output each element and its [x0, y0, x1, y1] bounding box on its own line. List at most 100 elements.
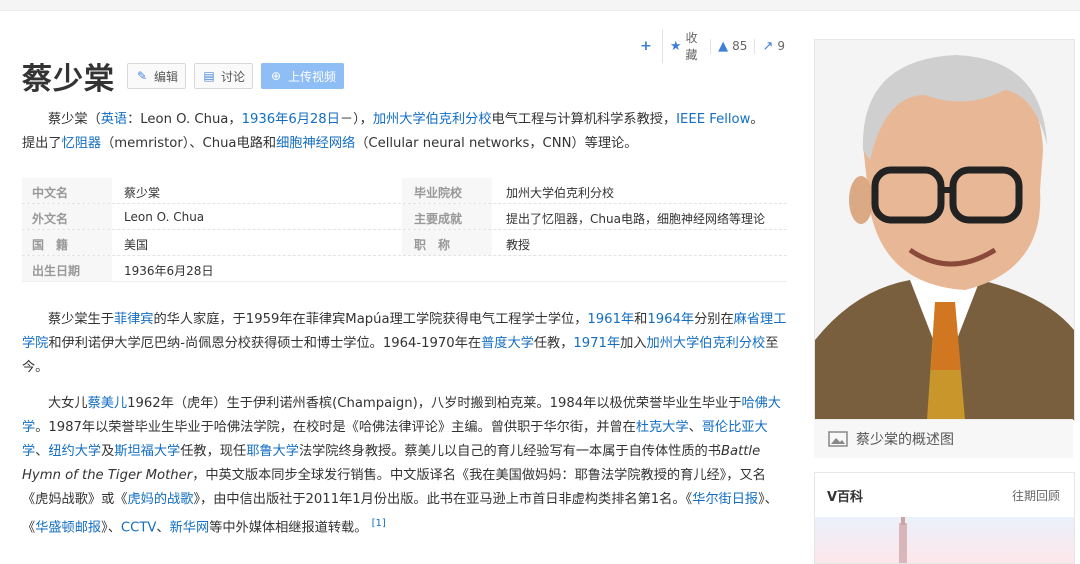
plus-square-icon: ➕︎ — [641, 38, 651, 54]
text: 的华人家庭，于1959年在菲律宾Mapúa理工学院获得电气工程学士学位， — [153, 312, 588, 327]
text: 、 — [35, 444, 49, 459]
text: 》，由中信出版社于2011年1月份出版。此书在亚马逊上市首日非虚构类排名第1名。… — [193, 492, 693, 507]
page-title: 蔡少棠 — [22, 62, 115, 97]
top-bar — [0, 0, 1080, 11]
text: 法学院终身教授。蔡美儿以自己的育儿经验写有一本属于自传体性质的书 — [298, 444, 721, 459]
info-value: Leon O. Chua — [124, 210, 205, 224]
portrait-photo[interactable] — [814, 39, 1075, 421]
favorite-label: 收藏 — [685, 31, 698, 62]
portrait-image — [815, 40, 1074, 420]
link-memristor[interactable]: 忆阻器 — [62, 136, 102, 151]
text: 任教， — [533, 336, 574, 351]
link-birthdate[interactable]: 1936年6月28日 — [242, 112, 340, 127]
vbaike-title: V百科 — [827, 490, 864, 505]
text: 和伊利诺伊大学厄巴纳-尚佩恩分校获得硕士和博士学位。1964-1970年在 — [48, 336, 482, 351]
share-count: 9 — [777, 39, 785, 53]
text: 》、 — [101, 520, 121, 536]
upload-label: 上传视频 — [288, 69, 337, 84]
text: 电气工程与计算机科学系教授， — [491, 112, 677, 127]
caption-text: 蔡少棠的概述图 — [856, 432, 954, 448]
text: 。1987年以荣誉毕业生毕业于哈佛法学院，在校时是《哈佛法律评论》主编。曾供职于… — [35, 420, 636, 435]
info-row: 中文名 蔡少棠 毕业院校 加州大学伯克利分校 — [22, 178, 787, 204]
text: 蔡少棠（ — [48, 112, 101, 127]
link-1971[interactable]: 1971年 — [573, 336, 620, 351]
star-icon: ★ — [669, 38, 682, 54]
link-cctv[interactable]: CCTV — [121, 520, 157, 535]
share-icon: ↗ — [762, 38, 774, 54]
basic-info-table: 中文名 蔡少棠 毕业院校 加州大学伯克利分校 外文名 Leon O. Chua … — [22, 178, 787, 282]
link-1961[interactable]: 1961年 — [587, 312, 634, 327]
info-value: 美国 — [124, 238, 149, 252]
page-header: 蔡少棠 ✎ 编辑 ▤ 讨论 ⊕ 上传视频 — [22, 56, 352, 97]
info-label: 主要成就 — [414, 212, 463, 226]
text: 分别在 — [694, 312, 734, 327]
text: 、 — [156, 520, 170, 536]
link-tiger-mother[interactable]: 虎妈的战歌 — [128, 492, 194, 507]
link-cnn[interactable]: 细胞神经网络 — [276, 136, 355, 151]
info-value: 加州大学伯克利分校 — [506, 186, 615, 200]
lemma-summary: 蔡少棠（英语：Leon O. Chua，1936年6月28日－），加州大学伯克利… — [22, 108, 782, 156]
discuss-label: 讨论 — [221, 69, 246, 84]
link-ieee-fellow[interactable]: IEEE Fellow — [676, 112, 750, 127]
text: 等中外媒体相继报道转载。 — [209, 520, 368, 536]
text: 提出了 — [22, 136, 62, 151]
info-row: 国 籍 美国 职 称 教授 — [22, 230, 787, 256]
text: 1962年（虎年）生于伊利诺州香槟(Champaign)，八岁时搬到柏克莱。19… — [127, 396, 742, 411]
edit-label: 编辑 — [154, 69, 179, 84]
vbaike-more-link[interactable]: 往期回顾 — [1012, 487, 1060, 504]
info-label: 出生日期 — [32, 264, 81, 278]
info-row: 出生日期 1936年6月28日 — [22, 256, 787, 281]
sidebar: 蔡少棠的概述图 V百科 往期回顾 — [814, 39, 1075, 564]
pencil-icon: ✎ — [136, 69, 148, 83]
info-label: 国 籍 — [32, 238, 69, 252]
image-gallery-icon — [828, 431, 848, 447]
like-count: 85 — [732, 39, 748, 53]
link-philippines[interactable]: 菲律宾 — [114, 312, 154, 327]
text: （Cellular neural networks，CNN）等理论。 — [355, 136, 638, 151]
text: －）， — [339, 112, 373, 127]
link-washington-post[interactable]: 华盛顿邮报 — [35, 520, 101, 535]
plus-circle-icon: ⊕ — [271, 69, 282, 83]
thumbs-up-icon: ▲ — [718, 38, 729, 54]
info-value: 提出了忆阻器，Chua电路，细胞神经网络等理论 — [506, 212, 765, 226]
like-button[interactable]: ▲ 85 — [710, 38, 754, 54]
link-wsj[interactable]: 华尔街日报 — [692, 492, 758, 507]
favorite-button[interactable]: ★ 收藏 — [661, 29, 710, 63]
add-button[interactable]: ➕︎ — [634, 39, 662, 54]
text: 及 — [101, 444, 115, 459]
link-xinhua[interactable]: 新华网 — [170, 520, 210, 535]
link-yale[interactable]: 耶鲁大学 — [246, 444, 299, 459]
text: （memristor）、Chua电路和 — [101, 136, 277, 151]
link-duke[interactable]: 杜克大学 — [636, 420, 689, 435]
link-1964[interactable]: 1964年 — [647, 312, 694, 327]
link-amy-chua[interactable]: 蔡美儿 — [88, 396, 128, 411]
link-purdue[interactable]: 普度大学 — [481, 336, 534, 351]
info-label: 中文名 — [32, 186, 69, 200]
text: 。 — [750, 112, 764, 127]
info-value: 1936年6月28日 — [124, 264, 214, 278]
text: 加入 — [620, 336, 647, 351]
edit-button[interactable]: ✎ 编辑 — [127, 63, 187, 89]
upload-video-button[interactable]: ⊕ 上传视频 — [261, 63, 345, 89]
link-uc-berkeley[interactable]: 加州大学伯克利分校 — [647, 336, 766, 351]
link-nyu[interactable]: 纽约大学 — [48, 444, 101, 459]
comment-icon: ▤ — [203, 69, 215, 83]
reference-link[interactable]: [1] — [372, 518, 386, 529]
text: 任教，现任 — [180, 444, 247, 459]
link-stanford[interactable]: 斯坦福大学 — [114, 444, 180, 459]
overview-image-caption[interactable]: 蔡少棠的概述图 — [814, 419, 1073, 458]
link-uc-berkeley[interactable]: 加州大学伯克利分校 — [373, 112, 492, 127]
text: ：Leon O. Chua， — [127, 112, 242, 127]
share-button[interactable]: ↗ 9 — [754, 38, 792, 54]
info-label: 毕业院校 — [414, 186, 463, 200]
text: 和 — [634, 312, 648, 327]
info-row: 外文名 Leon O. Chua 主要成就 提出了忆阻器，Chua电路，细胞神经… — [22, 204, 787, 230]
text: 大女儿 — [48, 396, 88, 411]
discuss-button[interactable]: ▤ 讨论 — [194, 63, 254, 89]
info-label: 外文名 — [32, 212, 69, 226]
tower-image — [899, 517, 907, 563]
vbaike-thumbnail[interactable] — [815, 517, 1074, 563]
info-value: 教授 — [506, 238, 531, 252]
link-english[interactable]: 英语 — [101, 112, 127, 127]
vbaike-panel: V百科 往期回顾 — [814, 472, 1075, 564]
